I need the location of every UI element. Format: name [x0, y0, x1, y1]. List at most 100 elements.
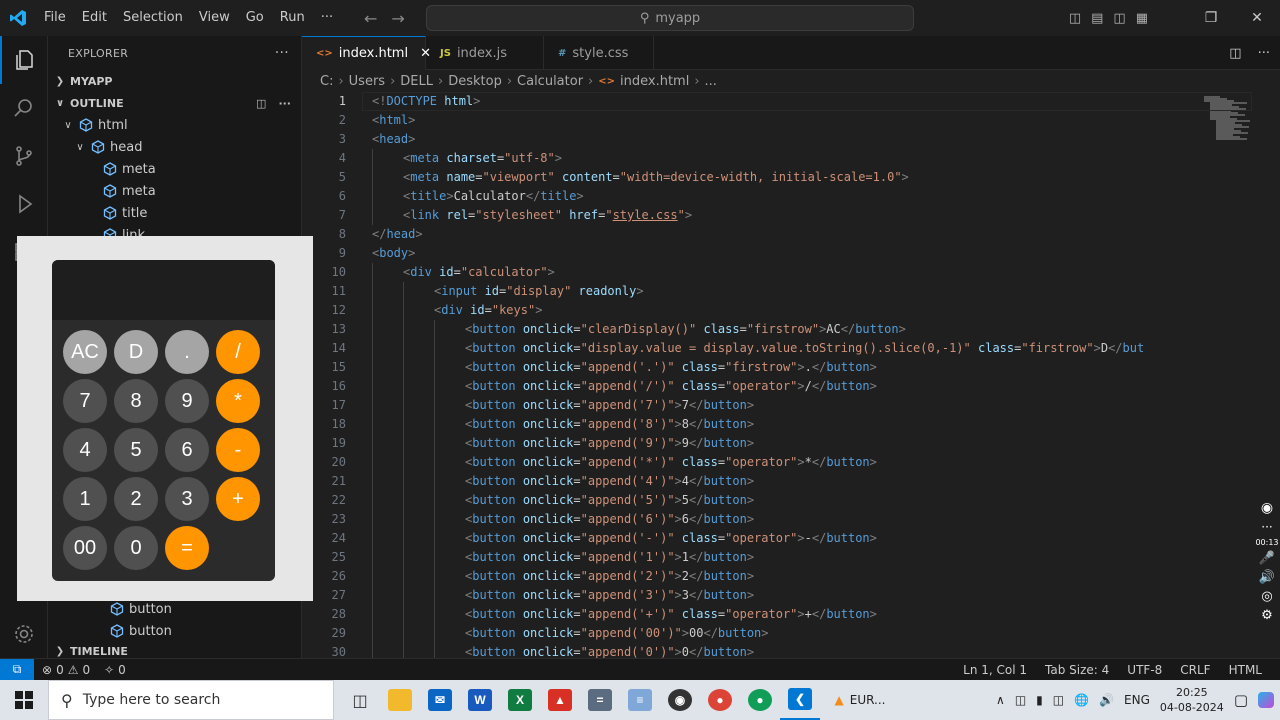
code-line[interactable]: 16 <button onclick="append('/')" class="o…: [302, 377, 1280, 396]
copilot-icon[interactable]: [1258, 692, 1274, 708]
project-section[interactable]: ❯ MYAPP: [48, 70, 301, 92]
code-line[interactable]: 2 <html>: [302, 111, 1280, 130]
code-line[interactable]: 20 <button onclick="append('*')" class="o…: [302, 453, 1280, 472]
outline-item-head[interactable]: ∨ head: [48, 136, 301, 158]
volume-icon[interactable]: 🔊: [1099, 693, 1114, 707]
code-line[interactable]: 13 <button onclick="clearDisplay()" class…: [302, 320, 1280, 339]
menu-item-view[interactable]: View: [191, 0, 238, 36]
recorder-settings-icon[interactable]: ⚙: [1261, 608, 1273, 623]
code-line[interactable]: 11 <input id="display" readonly>: [302, 282, 1280, 301]
input-language[interactable]: ENG: [1124, 693, 1150, 707]
webcam-icon[interactable]: ◎: [1261, 589, 1272, 604]
code-line[interactable]: 27 <button onclick="append('3')">3</butto…: [302, 586, 1280, 605]
camera-icon[interactable]: ◉: [1261, 500, 1273, 516]
recorder-more-icon[interactable]: ···: [1261, 520, 1272, 534]
run-debug-icon[interactable]: [0, 180, 48, 228]
speaker-icon[interactable]: 🔊: [1259, 570, 1275, 585]
calc-key[interactable]: 7: [63, 379, 107, 423]
code-line[interactable]: 18 <button onclick="append('8')">8</butto…: [302, 415, 1280, 434]
menu-item-selection[interactable]: Selection: [115, 0, 191, 36]
taskbar-search-box[interactable]: ⚲ Type here to search: [48, 680, 334, 720]
editor-more-icon[interactable]: ···: [1258, 46, 1270, 61]
calc-key[interactable]: .: [165, 330, 209, 374]
code-line[interactable]: 5 <meta name="viewport" content="width=de…: [302, 168, 1280, 187]
code-line[interactable]: 3 <head>: [302, 130, 1280, 149]
recorder-app-icon[interactable]: ◉: [660, 680, 700, 720]
calculator-app-icon[interactable]: =: [580, 680, 620, 720]
outline-item-title[interactable]: title: [48, 202, 301, 224]
show-hidden-icons-icon[interactable]: ∧: [996, 693, 1005, 707]
command-center-search[interactable]: ⚲ myapp: [426, 5, 914, 31]
calc-key[interactable]: 0: [114, 526, 158, 570]
outline-item-meta[interactable]: meta: [48, 180, 301, 202]
file-explorer-icon[interactable]: [380, 680, 420, 720]
calc-key[interactable]: AC: [63, 330, 107, 374]
remote-indicator-icon[interactable]: ⧉: [0, 658, 34, 681]
customize-layout-icon[interactable]: ▦: [1136, 11, 1148, 26]
menu-item-file[interactable]: File: [36, 0, 74, 36]
tab-index-js[interactable]: JS index.js: [426, 36, 544, 70]
outline-more-icon[interactable]: ···: [278, 97, 291, 110]
code-line[interactable]: 26 <button onclick="append('2')">2</butto…: [302, 567, 1280, 586]
outline-section[interactable]: ∨ OUTLINE ◫ ···: [48, 92, 301, 114]
code-line[interactable]: 10 <div id="calculator">: [302, 263, 1280, 282]
code-line[interactable]: 24 <button onclick="append('-')" class="o…: [302, 529, 1280, 548]
code-line[interactable]: 14 <button onclick="display.value = displ…: [302, 339, 1280, 358]
forward-arrow-icon[interactable]: →: [391, 9, 404, 28]
calculator-display[interactable]: [52, 260, 275, 320]
calc-key[interactable]: *: [216, 379, 260, 423]
chrome-icon[interactable]: ●: [700, 680, 740, 720]
menu-item-more[interactable]: ···: [313, 0, 341, 36]
collapse-all-icon[interactable]: ◫: [256, 97, 266, 110]
problems-indicator[interactable]: ⊗ 0 ⚠ 0 ✧ 0: [34, 663, 126, 677]
excel-icon[interactable]: X: [500, 680, 540, 720]
code-line[interactable]: 25 <button onclick="append('1')">1</butto…: [302, 548, 1280, 567]
source-control-icon[interactable]: [0, 132, 48, 180]
outline-item-button[interactable]: button: [48, 598, 302, 620]
notepad-icon[interactable]: ≡: [620, 680, 660, 720]
code-line[interactable]: 21 <button onclick="append('4')">4</butto…: [302, 472, 1280, 491]
tab-index-html[interactable]: <> index.html ✕: [302, 36, 431, 70]
breadcrumb-item[interactable]: Users: [349, 74, 385, 89]
code-line[interactable]: 30 <button onclick="append('0')">0</butto…: [302, 643, 1280, 658]
breadcrumb-item[interactable]: ...: [705, 74, 717, 89]
toggle-secondary-sidebar-icon[interactable]: ◫: [1113, 11, 1125, 26]
close-window-button[interactable]: ✕: [1234, 0, 1280, 36]
toggle-primary-sidebar-icon[interactable]: ◫: [1069, 11, 1081, 26]
code-editor[interactable]: 1 <!DOCTYPE html> 2 <html> 3 <head> 4 <meta cha…: [302, 92, 1280, 658]
manage-gear-icon[interactable]: [0, 610, 48, 658]
outline-item-html[interactable]: ∨ html: [48, 114, 301, 136]
calc-key[interactable]: 2: [114, 477, 158, 521]
split-editor-icon[interactable]: ◫: [1229, 46, 1241, 61]
code-line[interactable]: 4 <meta charset="utf-8">: [302, 149, 1280, 168]
code-line[interactable]: 7 <link rel="stylesheet" href="style.css"…: [302, 206, 1280, 225]
calc-key[interactable]: 00: [63, 526, 107, 570]
explorer-icon[interactable]: [0, 36, 48, 84]
menu-item-run[interactable]: Run: [272, 0, 313, 36]
tab-style-css[interactable]: # style.css: [544, 36, 654, 70]
search-icon[interactable]: [0, 84, 48, 132]
code-line[interactable]: 22 <button onclick="append('5')">5</butto…: [302, 491, 1280, 510]
outline-item-button[interactable]: button: [48, 620, 302, 642]
microphone-icon[interactable]: 🎤: [1259, 551, 1275, 566]
cursor-position[interactable]: Ln 1, Col 1: [963, 663, 1027, 677]
tab-size[interactable]: Tab Size: 4: [1045, 663, 1109, 677]
calc-key[interactable]: 5: [114, 428, 158, 472]
calc-key[interactable]: -: [216, 428, 260, 472]
back-arrow-icon[interactable]: ←: [364, 9, 377, 28]
network-icon[interactable]: ◫: [1053, 693, 1064, 707]
battery-icon[interactable]: ▮: [1036, 693, 1043, 707]
code-line[interactable]: 28 <button onclick="append('+')" class="o…: [302, 605, 1280, 624]
calc-key[interactable]: 4: [63, 428, 107, 472]
menu-item-edit[interactable]: Edit: [74, 0, 115, 36]
code-line[interactable]: 9 <body>: [302, 244, 1280, 263]
outline-item-meta[interactable]: meta: [48, 158, 301, 180]
calc-key[interactable]: 6: [165, 428, 209, 472]
calc-key[interactable]: =: [165, 526, 209, 570]
encoding[interactable]: UTF-8: [1127, 663, 1162, 677]
calc-key[interactable]: 8: [114, 379, 158, 423]
chrome-profile-icon[interactable]: ●: [740, 680, 780, 720]
menu-item-go[interactable]: Go: [238, 0, 272, 36]
calc-key[interactable]: 1: [63, 477, 107, 521]
code-line[interactable]: 6 <title>Calculator</title>: [302, 187, 1280, 206]
